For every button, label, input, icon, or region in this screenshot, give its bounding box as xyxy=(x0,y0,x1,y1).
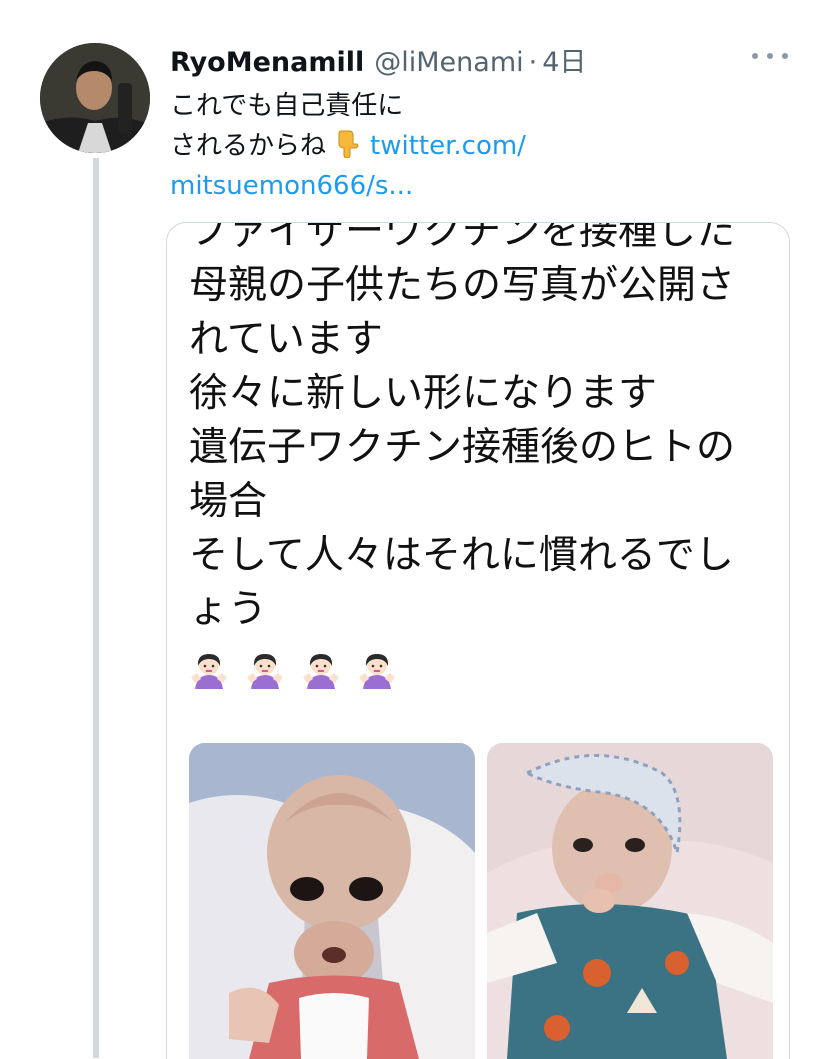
baby-photo-right[interactable] xyxy=(487,743,773,1059)
author-name[interactable]: RyoMenamill xyxy=(170,47,364,78)
quoted-text-line: ファイザーワクチンを接種した xyxy=(189,222,736,254)
tweet-link-continued[interactable]: mitsuemon666/s... xyxy=(170,166,770,206)
woman-shrugging-icon xyxy=(189,651,229,691)
separator-dot: · xyxy=(528,47,538,78)
quoted-tweet-card[interactable]: ファイザーワクチンを接種した 母親の子供たちの写真が公開さ れています 徐々に新… xyxy=(166,222,790,1059)
tweet-text-line: これでも自己責任に xyxy=(170,91,404,121)
quoted-text-line: れています xyxy=(189,317,383,362)
woman-shrugging-icon xyxy=(357,651,397,691)
quoted-text-line: そして人々はそれに慣れるでし xyxy=(189,533,734,578)
tweet-timestamp[interactable]: 4日 xyxy=(542,40,586,79)
tweet-link[interactable]: twitter.com/ xyxy=(370,131,526,161)
quoted-text-line: 場合 xyxy=(189,479,268,524)
tweet-text: これでも自己責任に されるからね twitter.com/ mitsuemon66… xyxy=(170,86,770,206)
author-handle[interactable]: @liMenami xyxy=(374,47,523,78)
woman-shrugging-icon xyxy=(301,651,341,691)
more-options-icon[interactable] xyxy=(752,44,788,68)
quoted-text-line: ょう xyxy=(189,587,268,632)
avatar[interactable] xyxy=(40,43,150,153)
quoted-text-line: 徐々に新しい形になります xyxy=(189,371,658,416)
woman-shrugging-icon xyxy=(245,651,285,691)
emoji-row xyxy=(189,651,397,691)
thread-connector-line xyxy=(93,158,99,1058)
tweet-text-segment: されるからね xyxy=(170,131,327,161)
quoted-tweet-text: ファイザーワクチンを接種した 母親の子供たちの写真が公開さ れています 徐々に新… xyxy=(189,222,779,637)
baby-photo-left[interactable] xyxy=(189,743,475,1059)
tweet-text-line: されるからね twitter.com/ xyxy=(170,126,770,166)
quoted-text-line: 遺伝子ワクチン接種後のヒトの xyxy=(189,425,736,470)
quoted-text-line: 母親の子供たちの写真が公開さ xyxy=(189,263,736,308)
pointing-down-hand-icon xyxy=(332,128,362,159)
